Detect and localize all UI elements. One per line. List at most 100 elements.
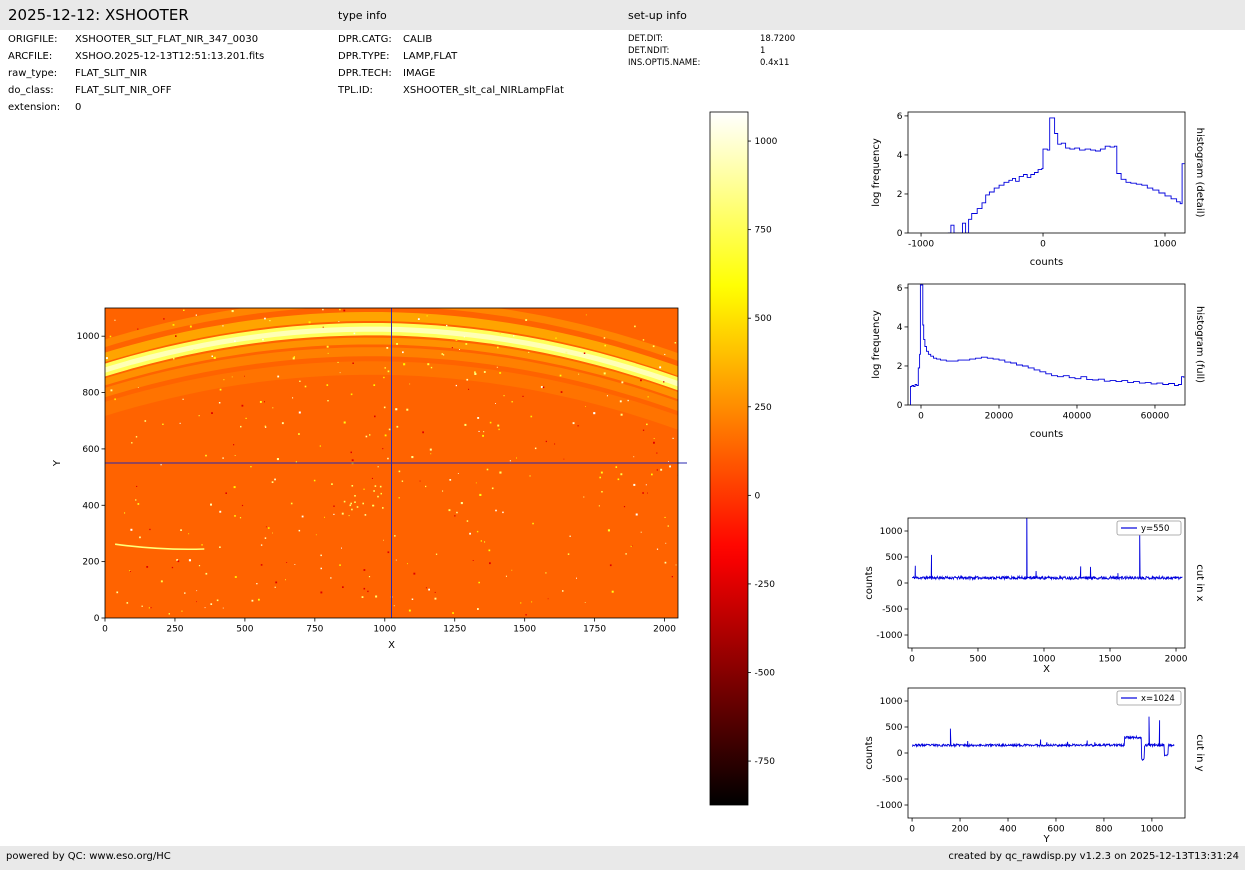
setup-info-block: DET.DIT: 18.7200 DET.NDIT: 1 INS.OPTI5.N… (628, 34, 795, 70)
tick-label: 1000 (755, 137, 778, 147)
hist-detail-side-label: histogram (detail) (1194, 128, 1205, 218)
hist-full-side-label: histogram (full) (1194, 306, 1205, 383)
hist-detail-svg: -1000 0 1000 0 2 4 6 counts log frequency histogr… (871, 111, 1205, 268)
info-label: DPR.CATG: (338, 34, 392, 45)
hist-full-ylabel: log frequency (871, 310, 882, 379)
tick-label: -250 (755, 580, 776, 590)
tick-label: 800 (82, 389, 99, 399)
cut-y-ylabel: counts (864, 736, 875, 769)
tick-label: 750 (306, 625, 323, 635)
info-label: DET.NDIT: (628, 46, 670, 56)
tick-label: 500 (755, 314, 772, 324)
info-label: DPR.TYPE: (338, 51, 390, 62)
tick-label: 600 (82, 445, 99, 455)
cut-x-ylabel: counts (864, 566, 875, 599)
series-line (947, 117, 1185, 233)
info-label: INS.OPTI5.NAME: (628, 58, 701, 68)
tick-label: -500 (755, 668, 776, 678)
axes-frame (907, 111, 1186, 234)
series-line (909, 284, 1185, 405)
info-row-rawtype: raw_type: FLAT_SLIT_NIR (8, 68, 264, 85)
tick-label: 4 (897, 151, 903, 161)
info-row-dpr-catg: DPR.CATG: CALIB (338, 34, 564, 51)
info-label: raw_type: (8, 68, 58, 79)
info-value: XSHOOTER_SLT_FLAT_NIR_347_0030 (75, 34, 259, 45)
info-label: TPL.ID: (338, 85, 373, 96)
tick-label: 0 (909, 655, 915, 665)
tick-label: 1000 (1140, 825, 1163, 835)
info-row-tpl-id: TPL.ID: XSHOOTER_slt_cal_NIRLampFlat (338, 85, 564, 102)
info-row-doclass: do_class: FLAT_SLIT_NIR_OFF (8, 85, 264, 102)
info-value: 0.4x11 (760, 58, 790, 68)
page-title: 2025-12-12: XSHOOTER (8, 6, 189, 24)
tick-label: 6 (897, 112, 903, 122)
tick-label: 1000 (880, 697, 903, 707)
type-info-heading: type info (338, 9, 387, 22)
tick-label: 750 (755, 226, 772, 236)
info-row-dpr-type: DPR.TYPE: LAMP,FLAT (338, 51, 564, 68)
histogram-detail-plot: -1000 0 1000 0 2 4 6 counts log frequency histogr… (845, 100, 1245, 282)
tick-label: -1000 (876, 801, 902, 811)
tick-label: 1000 (1154, 240, 1177, 250)
info-value: FLAT_SLIT_NIR (75, 68, 148, 79)
tick-label: -500 (882, 605, 903, 615)
tick-label: 2000 (653, 625, 676, 635)
info-value: XSHOOTER_slt_cal_NIRLampFlat (403, 85, 564, 96)
info-label: DPR.TECH: (338, 68, 392, 79)
tick-label: 0 (897, 749, 903, 759)
tick-label: -750 (755, 757, 776, 767)
tick-label: 0 (909, 825, 915, 835)
tick-label: 2000 (1165, 655, 1188, 665)
info-label: ARCFILE: (8, 51, 53, 62)
cut-y-svg: 0 200 400 600 800 1000 -1000 -500 0 500 1000 Ycount… (864, 687, 1205, 845)
info-row-arcfile: ARCFILE: XSHOO.2025-12-13T12:51:13.201.f… (8, 51, 264, 68)
image-xlabel: X (388, 640, 395, 651)
series-line (912, 716, 1175, 762)
colorbar-svg: 1000 750 500 250 0 -250 -500 -750 (709, 111, 778, 806)
info-value: 18.7200 (760, 34, 796, 44)
tick-label: 40000 (1063, 412, 1092, 422)
info-row-dpr-tech: DPR.TECH: IMAGE (338, 68, 564, 85)
tick-label: 1000 (373, 625, 396, 635)
info-value: FLAT_SLIT_NIR_OFF (75, 85, 172, 96)
info-label: ORIGFILE: (8, 34, 58, 45)
hist-detail-ylabel: log frequency (871, 138, 882, 207)
axes-frame (907, 517, 1186, 649)
tick-label: -1000 (876, 631, 902, 641)
cut-y-side-label: cut in y (1194, 734, 1205, 771)
detector-image-svg: 0 250 500 750 1000 1250 1500 1750 2000 0 200 400 600… (52, 307, 687, 651)
type-info-block: DPR.CATG: CALIB DPR.TYPE: LAMP,FLAT DPR.… (338, 34, 564, 102)
info-value: 1 (760, 46, 766, 56)
tick-label: 1250 (443, 625, 466, 635)
tick-label: 600 (1047, 825, 1064, 835)
file-info-block: ORIGFILE: XSHOOTER_SLT_FLAT_NIR_347_0030… (8, 34, 264, 119)
tick-label: 800 (1095, 825, 1112, 835)
tick-label: 250 (755, 403, 772, 413)
footer-left-text: powered by QC: www.eso.org/HC (6, 851, 171, 862)
tick-label: 4 (897, 323, 903, 333)
tick-label: 6 (897, 284, 903, 294)
cut-x-xlabel: X (1043, 664, 1050, 675)
tick-label: 1000 (1033, 655, 1056, 665)
info-value: XSHOO.2025-12-13T12:51:13.201.fits (75, 51, 265, 62)
colorbar-gradient (709, 111, 749, 806)
info-value: 0 (75, 102, 82, 113)
tick-label: 0 (897, 401, 903, 411)
tick-label: 1000 (77, 332, 100, 342)
info-value: LAMP,FLAT (403, 51, 458, 62)
tick-label: 2 (897, 190, 903, 200)
histogram-full-plot: 0 20000 40000 60000 0 2 4 6 counts log frequency h… (845, 272, 1245, 454)
info-row-extension: extension: 0 (8, 102, 264, 119)
info-row-det-ndit: DET.NDIT: 1 (628, 46, 795, 58)
tick-label: 1750 (583, 625, 606, 635)
axes-frame (907, 687, 1186, 819)
info-row-origfile: ORIGFILE: XSHOOTER_SLT_FLAT_NIR_347_0030 (8, 34, 264, 51)
tick-label: 400 (999, 825, 1016, 835)
colorbar: 1000 750 500 250 0 -250 -500 -750 (700, 100, 792, 815)
setup-info-heading: set-up info (628, 9, 687, 22)
tick-label: 1000 (880, 527, 903, 537)
tick-label: 500 (969, 655, 986, 665)
hist-detail-xlabel: counts (1030, 257, 1063, 268)
legend-label: y=550 (1141, 524, 1169, 534)
tick-label: 1500 (1099, 655, 1122, 665)
